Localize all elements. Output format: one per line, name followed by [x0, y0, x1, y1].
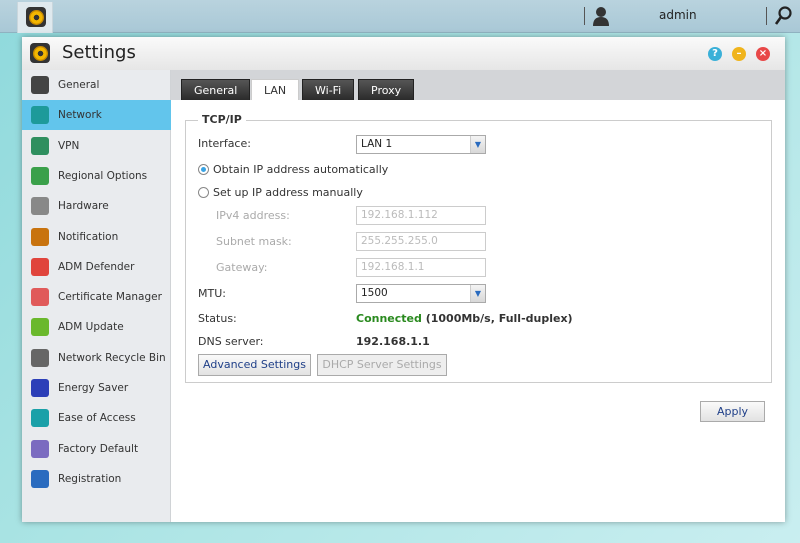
close-button[interactable]: × [756, 47, 770, 61]
sidebar-item-energy-saver[interactable]: Energy Saver [22, 373, 171, 403]
tab-lan[interactable]: LAN [251, 79, 300, 100]
subnet-label: Subnet mask: [216, 235, 292, 248]
certificate-icon [31, 288, 49, 307]
registration-icon [31, 469, 49, 488]
divider [584, 7, 585, 25]
help-button[interactable]: ? [708, 47, 722, 61]
status-label: Status: [198, 312, 237, 325]
alert-icon [31, 227, 49, 246]
hardware-icon [31, 197, 49, 216]
username[interactable]: admin [659, 8, 697, 22]
sidebar-item-adm-defender[interactable]: ADM Defender [22, 252, 171, 282]
arrow-up-icon [31, 318, 49, 337]
undo-icon [31, 439, 49, 458]
sidebar-item-regional-options[interactable]: Regional Options [22, 161, 171, 191]
radio-auto-label[interactable]: Obtain IP address automatically [213, 163, 388, 176]
cloud-upload-icon [31, 409, 49, 428]
sidebar-item-label: Ease of Access [58, 412, 136, 425]
settings-window: Settings ? – × General Network VPN Regional… [22, 37, 785, 522]
sidebar-item-vpn[interactable]: VPN [22, 131, 171, 161]
sidebar-item-label: Regional Options [58, 169, 148, 182]
ipv4-input[interactable]: 192.168.1.112 [356, 206, 486, 225]
sidebar-item-adm-update[interactable]: ADM Update [22, 312, 171, 342]
sidebar-item-label: Certificate Manager [58, 291, 162, 304]
sidebar-item-label: Network Recycle Bin [58, 351, 166, 364]
subnet-input[interactable]: 255.255.255.0 [356, 232, 486, 251]
user-icon[interactable] [592, 6, 610, 26]
trash-icon [31, 348, 49, 367]
sidebar-item-factory-default[interactable]: Factory Default [22, 434, 171, 464]
content-panel: General LAN Wi-Fi Proxy TCP/IP Interface… [171, 70, 785, 522]
chevron-down-icon: ▼ [470, 285, 485, 302]
radio-manual-label[interactable]: Set up IP address manually [213, 186, 363, 199]
sidebar-item-hardware[interactable]: Hardware [22, 191, 171, 221]
taskbar: admin [0, 0, 800, 33]
sidebar-item-network-recycle-bin[interactable]: Network Recycle Bin [22, 343, 171, 373]
sidebar-item-registration[interactable]: Registration [22, 464, 171, 494]
tcpip-group: TCP/IP Interface: LAN 1 ▼ Obtain IP addre… [185, 113, 772, 383]
window-title: Settings [62, 42, 136, 63]
advanced-settings-button[interactable]: Advanced Settings [198, 354, 311, 376]
tab-proxy[interactable]: Proxy [358, 79, 415, 100]
interface-value: LAN 1 [361, 138, 393, 150]
mtu-select[interactable]: 1500 ▼ [356, 284, 486, 303]
sidebar-item-certificate-manager[interactable]: Certificate Manager [22, 282, 171, 312]
sidebar-item-label: ADM Defender [58, 260, 135, 273]
dns-value: 192.168.1.1 [356, 335, 430, 348]
server-icon [31, 76, 49, 94]
sidebar-item-label: ADM Update [58, 321, 124, 334]
gateway-input[interactable]: 192.168.1.1 [356, 258, 486, 277]
firewall-icon [31, 257, 49, 276]
settings-wheel-icon [26, 7, 46, 27]
chevron-down-icon: ▼ [470, 136, 485, 153]
radio-auto-ip[interactable] [198, 164, 209, 175]
mtu-value: 1500 [361, 287, 388, 299]
ipv4-label: IPv4 address: [216, 209, 290, 222]
settings-app-taskbar-button[interactable] [17, 2, 53, 33]
dhcp-server-settings-button[interactable]: DHCP Server Settings [317, 354, 447, 376]
sidebar-item-notification[interactable]: Notification [22, 222, 171, 252]
settings-wheel-icon [30, 43, 50, 63]
sidebar-item-label: VPN [58, 139, 80, 152]
radio-manual-ip[interactable] [198, 187, 209, 198]
globe-pin-icon [31, 166, 49, 185]
interface-select[interactable]: LAN 1 ▼ [356, 135, 486, 154]
sidebar-item-label: Hardware [58, 200, 109, 213]
mtu-label: MTU: [198, 287, 226, 300]
gateway-label: Gateway: [216, 261, 268, 274]
sidebar-item-general[interactable]: General [22, 70, 171, 100]
sidebar-item-label: General [58, 79, 100, 91]
minimize-button[interactable]: – [732, 47, 746, 61]
interface-label: Interface: [198, 137, 251, 150]
sidebar-item-label: Notification [58, 230, 119, 243]
status-value: Connected (1000Mb/s, Full-duplex) [356, 312, 573, 325]
status-detail: (1000Mb/s, Full-duplex) [421, 312, 573, 325]
sidebar-item-label: Energy Saver [58, 382, 129, 394]
sidebar-item-label: Registration [58, 472, 122, 485]
apply-button[interactable]: Apply [700, 401, 765, 422]
divider [766, 7, 767, 25]
sidebar-item-label: Factory Default [58, 442, 139, 455]
globe-network-icon [31, 106, 49, 125]
group-legend: TCP/IP [198, 113, 246, 126]
status-connected: Connected [356, 312, 422, 325]
tab-general[interactable]: General [181, 79, 251, 100]
title-bar[interactable]: Settings ? – × [22, 37, 785, 70]
sidebar-item-ease-of-access[interactable]: Ease of Access [22, 403, 171, 433]
tab-strip: General LAN Wi-Fi Proxy [171, 70, 785, 100]
sidebar-item-label: Network [58, 109, 102, 122]
sidebar: General Network VPN Regional Options Hardwar… [22, 70, 171, 522]
dns-label: DNS server: [198, 335, 264, 348]
tab-wifi[interactable]: Wi-Fi [302, 79, 355, 100]
lightning-icon [31, 379, 49, 397]
search-icon[interactable] [774, 6, 792, 26]
house-network-icon [31, 136, 49, 155]
sidebar-item-network[interactable]: Network [22, 100, 171, 131]
